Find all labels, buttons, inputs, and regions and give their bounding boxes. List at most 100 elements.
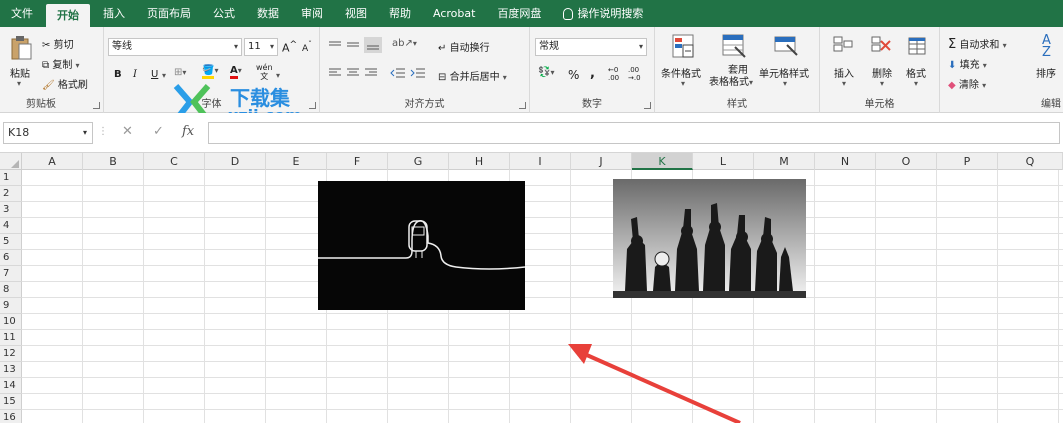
row-header-13[interactable]: 13 <box>0 362 22 378</box>
wrap-text-button[interactable]: ↵ 自动换行 <box>438 39 490 54</box>
copy-button[interactable]: ⧉ 复制 ▾ <box>42 56 80 71</box>
row-header-3[interactable]: 3 <box>0 202 22 218</box>
column-header-N[interactable]: N <box>815 153 876 170</box>
row-header-6[interactable]: 6 <box>0 250 22 266</box>
decrease-decimal-icon[interactable]: .00 →.0 <box>628 66 641 82</box>
column-header-M[interactable]: M <box>754 153 815 170</box>
row-header-9[interactable]: 9 <box>0 298 22 314</box>
align-bottom-icon[interactable] <box>364 37 382 53</box>
enter-icon[interactable]: ✓ <box>153 124 164 139</box>
row-header-2[interactable]: 2 <box>0 186 22 202</box>
fill-color-button[interactable]: 🪣▾ <box>202 65 218 79</box>
row-header-5[interactable]: 5 <box>0 234 22 250</box>
cell-styles-dropdown-icon[interactable]: ▾ <box>783 79 787 88</box>
fill-button[interactable]: ⬇ 填充 ▾ <box>948 56 987 71</box>
column-header-K[interactable]: K <box>632 153 693 170</box>
clipboard-launcher-icon[interactable] <box>93 102 100 109</box>
increase-decimal-icon[interactable]: ←0.00 <box>608 66 619 82</box>
column-header-I[interactable]: I <box>510 153 571 170</box>
tab-9[interactable]: Acrobat <box>422 0 486 27</box>
row-header-1[interactable]: 1 <box>0 170 22 186</box>
paste-button[interactable]: 粘贴 <box>10 65 30 80</box>
column-header-O[interactable]: O <box>876 153 937 170</box>
row-header-7[interactable]: 7 <box>0 266 22 282</box>
row-header-12[interactable]: 12 <box>0 346 22 362</box>
paste-icon[interactable] <box>10 35 32 61</box>
conditional-format-button[interactable]: 条件格式 <box>661 65 701 80</box>
format-painter-button[interactable]: 🖌 格式刷 <box>42 76 88 91</box>
row-header-11[interactable]: 11 <box>0 330 22 346</box>
align-left-icon[interactable] <box>328 68 342 81</box>
sort-button[interactable]: 排序 <box>1036 65 1056 80</box>
number-format-select[interactable]: 常规 ▾ <box>535 38 647 56</box>
insert-dropdown-icon[interactable]: ▾ <box>842 79 846 88</box>
table-format-button[interactable]: 套用 表格格式▾ <box>709 65 753 89</box>
merge-center-button[interactable]: ⊟ 合并后居中 ▾ <box>438 68 507 83</box>
column-header-P[interactable]: P <box>937 153 998 170</box>
column-header-A[interactable]: A <box>22 153 83 170</box>
column-header-F[interactable]: F <box>327 153 388 170</box>
phonetic-dropdown-icon[interactable]: ▾ <box>276 71 280 80</box>
column-header-D[interactable]: D <box>205 153 266 170</box>
delete-button[interactable]: 删除 <box>872 65 892 80</box>
tell-me-search[interactable]: 操作说明搜索 <box>552 0 654 27</box>
phonetic-button[interactable]: wén 文 <box>256 63 273 81</box>
column-header-C[interactable]: C <box>144 153 205 170</box>
formula-input[interactable] <box>208 122 1060 144</box>
column-header-L[interactable]: L <box>693 153 754 170</box>
column-header-B[interactable]: B <box>83 153 144 170</box>
column-header-E[interactable]: E <box>266 153 327 170</box>
black-line-drawing-picture[interactable] <box>318 181 526 310</box>
tab-1[interactable]: 开始 <box>46 4 90 27</box>
decrease-indent-icon[interactable] <box>390 67 406 82</box>
cancel-icon[interactable]: ✕ <box>122 124 133 139</box>
tab-8[interactable]: 帮助 <box>378 0 422 27</box>
align-top-icon[interactable] <box>328 40 342 53</box>
cell-styles-button[interactable]: 单元格样式 <box>759 65 809 80</box>
font-size-select[interactable]: 11 ▾ <box>244 38 278 56</box>
underline-dropdown-icon[interactable]: ▾ <box>162 71 166 80</box>
tab-2[interactable]: 插入 <box>92 0 136 27</box>
name-box[interactable]: K18 ▾ <box>3 122 93 144</box>
tab-10[interactable]: 百度网盘 <box>486 0 552 27</box>
format-dropdown-icon[interactable]: ▾ <box>914 79 918 88</box>
row-header-8[interactable]: 8 <box>0 282 22 298</box>
grow-font-button[interactable]: A^ <box>282 39 297 55</box>
tab-3[interactable]: 页面布局 <box>136 0 202 27</box>
percent-button[interactable]: % <box>568 68 579 82</box>
row-header-15[interactable]: 15 <box>0 394 22 410</box>
cut-button[interactable]: ✂ 剪切 <box>42 36 74 51</box>
shrink-font-button[interactable]: Aˇ <box>302 40 312 54</box>
align-middle-icon[interactable] <box>346 40 360 53</box>
tab-0[interactable]: 文件 <box>0 0 44 27</box>
grayscale-group-photo-picture[interactable] <box>613 179 806 298</box>
row-header-16[interactable]: 16 <box>0 410 22 423</box>
column-header-G[interactable]: G <box>388 153 449 170</box>
insert-button[interactable]: 插入 <box>834 65 854 80</box>
font-color-button[interactable]: A▾ <box>230 65 242 79</box>
row-header-4[interactable]: 4 <box>0 218 22 234</box>
tab-6[interactable]: 审阅 <box>290 0 334 27</box>
align-right-icon[interactable] <box>364 68 378 81</box>
tab-5[interactable]: 数据 <box>246 0 290 27</box>
column-header-Q[interactable]: Q <box>998 153 1063 170</box>
orientation-button[interactable]: ab↗▾ <box>392 38 417 49</box>
italic-button[interactable]: I <box>133 69 137 80</box>
tab-4[interactable]: 公式 <box>202 0 246 27</box>
accounting-format-button[interactable]: 💱▾ <box>538 67 554 78</box>
border-button[interactable]: ⊞▾ <box>174 67 186 78</box>
row-header-10[interactable]: 10 <box>0 314 22 330</box>
align-center-icon[interactable] <box>346 68 360 81</box>
bold-button[interactable]: B <box>114 69 122 80</box>
autosum-button[interactable]: Σ 自动求和 ▾ <box>948 36 1007 52</box>
column-header-H[interactable]: H <box>449 153 510 170</box>
column-header-J[interactable]: J <box>571 153 632 170</box>
insert-function-icon[interactable]: fx <box>182 124 194 139</box>
clear-button[interactable]: ◆ 清除 ▾ <box>948 76 986 91</box>
paste-dropdown-icon[interactable]: ▾ <box>17 79 21 88</box>
conditional-dropdown-icon[interactable]: ▾ <box>681 79 685 88</box>
number-launcher-icon[interactable] <box>644 102 651 109</box>
tab-7[interactable]: 视图 <box>334 0 378 27</box>
increase-indent-icon[interactable] <box>410 67 426 82</box>
alignment-launcher-icon[interactable] <box>519 102 526 109</box>
